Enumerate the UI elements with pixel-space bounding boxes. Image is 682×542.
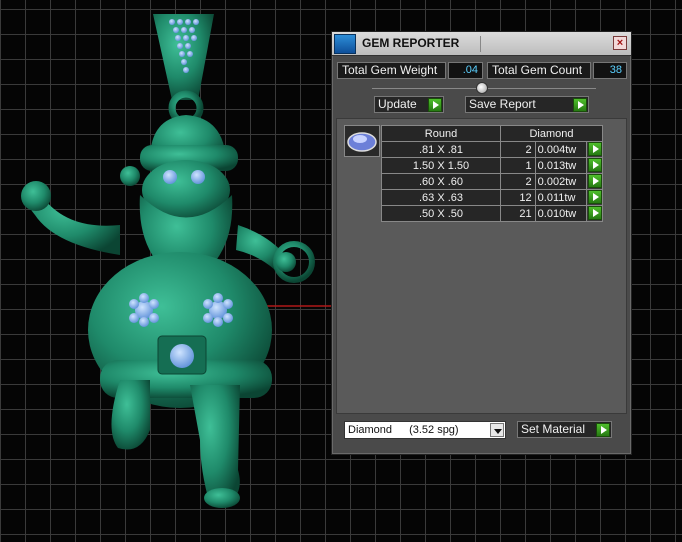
- material-density: (3.52 spg): [409, 424, 459, 436]
- save-report-button[interactable]: Save Report: [465, 96, 589, 113]
- gem-weight: 0.004tw: [534, 141, 587, 158]
- play-arrow-icon: [573, 98, 587, 112]
- gem-weight: 0.011tw: [534, 189, 587, 206]
- row-action-button[interactable]: [585, 205, 604, 222]
- update-button-label: Update: [378, 97, 417, 111]
- gem-size: .60 X .60: [381, 173, 501, 190]
- title-bar[interactable]: GEM REPORTER ×: [332, 32, 631, 56]
- gem-list-area: Round Diamond .81 X .81 2 0.004tw 1.50 X…: [336, 118, 627, 414]
- gem-table: Round Diamond .81 X .81 2 0.004tw 1.50 X…: [381, 125, 604, 222]
- row-action-button[interactable]: [585, 173, 604, 190]
- save-report-button-label: Save Report: [469, 97, 536, 111]
- total-gem-count-label: Total Gem Count: [487, 62, 591, 79]
- play-arrow-icon: [587, 158, 602, 172]
- gem-reporter-window: GEM REPORTER × Total Gem Weight .04 Tota…: [331, 31, 632, 455]
- material-header: Diamond: [500, 125, 603, 142]
- close-button[interactable]: ×: [613, 36, 627, 50]
- round-gem-thumbnail[interactable]: [344, 125, 380, 157]
- gem-count: 12: [500, 189, 536, 206]
- gem-size: .63 X .63: [381, 189, 501, 206]
- table-row[interactable]: .81 X .81 2 0.004tw: [381, 141, 604, 158]
- table-header-row: Round Diamond: [381, 125, 603, 142]
- gem-size: .81 X .81: [381, 141, 501, 158]
- row-action-button[interactable]: [585, 141, 604, 158]
- play-arrow-icon: [587, 174, 602, 188]
- round-gem-icon: [347, 132, 377, 152]
- material-dropdown[interactable]: Diamond (3.52 spg): [344, 421, 506, 439]
- total-gem-weight-value: .04: [448, 62, 483, 79]
- table-row[interactable]: .50 X .50 21 0.010tw: [381, 205, 604, 222]
- gem-reporter-app-icon: [334, 34, 356, 54]
- gem-count: 21: [500, 205, 536, 222]
- gem-count: 2: [500, 173, 536, 190]
- row-action-button[interactable]: [585, 157, 604, 174]
- gem-size: 1.50 X 1.50: [381, 157, 501, 174]
- play-arrow-icon: [428, 98, 442, 112]
- chevron-down-icon[interactable]: [490, 423, 504, 437]
- row-action-button[interactable]: [585, 189, 604, 206]
- table-row[interactable]: .60 X .60 2 0.002tw: [381, 173, 604, 190]
- table-row[interactable]: 1.50 X 1.50 1 0.013tw: [381, 157, 604, 174]
- play-arrow-icon: [596, 423, 610, 437]
- gem-weight: 0.013tw: [534, 157, 587, 174]
- update-button[interactable]: Update: [374, 96, 444, 113]
- set-material-button[interactable]: Set Material: [517, 421, 612, 438]
- gem-count: 1: [500, 157, 536, 174]
- table-row[interactable]: .63 X .63 12 0.011tw: [381, 189, 604, 206]
- slider-handle[interactable]: [476, 82, 488, 94]
- play-arrow-icon: [587, 206, 602, 220]
- gem-weight: 0.010tw: [534, 205, 587, 222]
- total-gem-weight-label: Total Gem Weight: [337, 62, 446, 79]
- shape-header: Round: [381, 125, 501, 142]
- gem-count: 2: [500, 141, 536, 158]
- play-arrow-icon: [587, 142, 602, 156]
- set-material-button-label: Set Material: [521, 422, 586, 436]
- gem-weight: 0.002tw: [534, 173, 587, 190]
- material-selected: Diamond: [348, 424, 393, 436]
- title-divider: [480, 36, 481, 52]
- gem-size: .50 X .50: [381, 205, 501, 222]
- total-gem-count-value: 38: [593, 62, 627, 79]
- play-arrow-icon: [587, 190, 602, 204]
- window-title: GEM REPORTER: [362, 36, 460, 50]
